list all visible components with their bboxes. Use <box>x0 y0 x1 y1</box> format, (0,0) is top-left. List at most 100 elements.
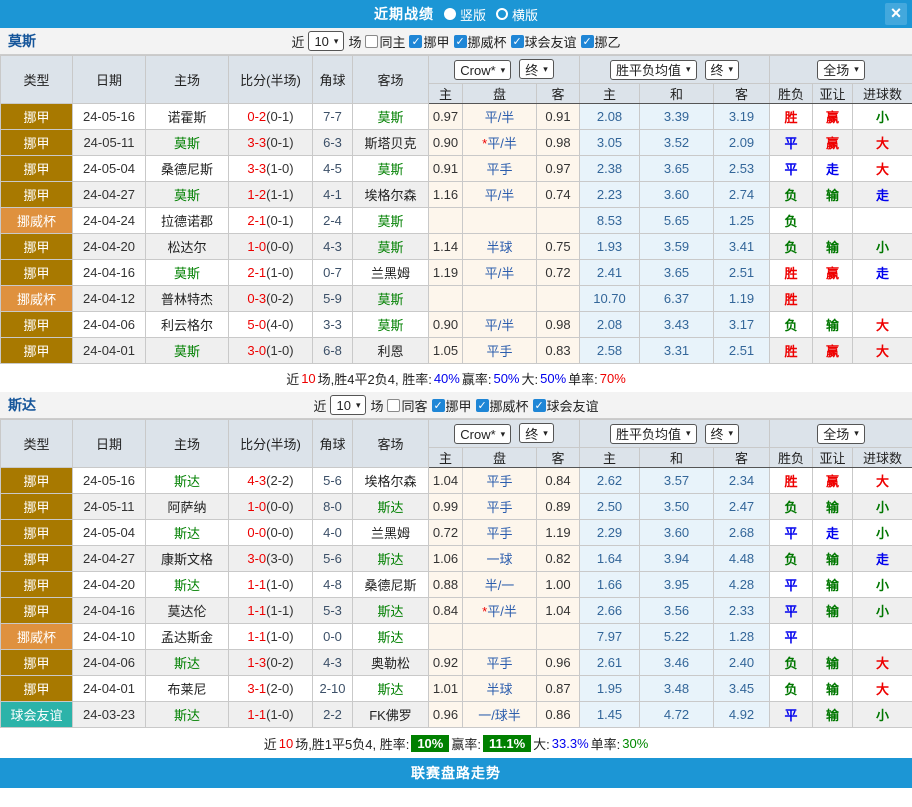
team1-same-home-checkbox[interactable]: 同主 <box>365 32 405 51</box>
corner-cell: 4-8 <box>313 572 353 598</box>
date-cell: 24-04-27 <box>73 546 146 572</box>
match-row: 挪甲24-04-06斯达1-3(0-2)4-3奥勒松0.92平手0.962.61… <box>1 650 912 676</box>
home-team-cell: 孟达斯金 <box>146 624 229 650</box>
avg-home-cell: 2.62 <box>580 468 640 494</box>
avg-odds-select[interactable]: 胜平负均值▾ <box>610 60 697 80</box>
layout-vertical-radio[interactable] <box>444 8 456 20</box>
score-cell: 0-0(0-0) <box>229 520 313 546</box>
avg-draw-cell: 3.59 <box>640 234 714 260</box>
league-trend-bar: 联赛盘路走势 <box>0 758 912 788</box>
team1-league3-checkbox[interactable]: 球会友谊 <box>511 32 577 51</box>
result-wdl-cell: 负 <box>770 494 813 520</box>
sub-avg-home-header: 主 <box>580 448 640 468</box>
league1-label: 挪甲 <box>423 32 449 51</box>
result-handicap-cell: 走 <box>813 156 853 182</box>
scope-select[interactable]: 全场▾ <box>817 424 865 444</box>
checkbox-icon <box>365 35 378 48</box>
same-away-label: 同客 <box>401 396 427 415</box>
date-cell: 24-03-23 <box>73 702 146 728</box>
odds-home-cell <box>429 286 463 312</box>
result-handicap-cell: 输 <box>813 494 853 520</box>
avg-away-cell: 3.17 <box>714 312 770 338</box>
recent-results-popup: 近期战绩 竖版 横版 × 莫斯 近 10▾ 场 同主 挪甲 挪威杯 <box>0 0 912 788</box>
final-odds-select[interactable]: 终▾ <box>519 423 554 443</box>
date-cell: 24-04-06 <box>73 312 146 338</box>
result-goals-cell <box>853 286 912 312</box>
layout-horizontal-radio[interactable] <box>496 8 508 20</box>
team2-league2-checkbox[interactable]: 挪威杯 <box>476 396 529 415</box>
team2-league1-checkbox[interactable]: 挪甲 <box>432 396 472 415</box>
final-odds-select2[interactable]: 终▾ <box>705 424 740 444</box>
avg-odds-select[interactable]: 胜平负均值▾ <box>610 424 697 444</box>
date-header: 日期 <box>73 56 146 104</box>
league3-label: 球会友谊 <box>547 396 599 415</box>
scope-select[interactable]: 全场▾ <box>817 60 865 80</box>
team2-games-count-select[interactable]: 10▾ <box>330 395 366 415</box>
home-header: 主场 <box>146 420 229 468</box>
date-header: 日期 <box>73 420 146 468</box>
avg-away-cell: 2.51 <box>714 260 770 286</box>
final-odds-select[interactable]: 终▾ <box>519 59 554 79</box>
home-team-cell: 松达尔 <box>146 234 229 260</box>
match-row: 挪甲24-05-16诺霍斯0-2(0-1)7-7莫斯0.97平/半0.912.0… <box>1 104 912 130</box>
match-row: 挪威杯24-04-12普林特杰0-3(0-2)5-9莫斯10.706.371.1… <box>1 286 912 312</box>
date-cell: 24-04-12 <box>73 286 146 312</box>
odds-away-cell <box>537 286 580 312</box>
chevron-down-icon: ▾ <box>854 65 859 74</box>
league-badge: 挪甲 <box>1 312 73 338</box>
away-team-cell: 莫斯 <box>353 104 429 130</box>
result-goals-cell: 大 <box>853 676 912 702</box>
avg-draw-cell: 3.48 <box>640 676 714 702</box>
handicap-cell: 一/球半 <box>463 702 537 728</box>
avg-draw-cell: 6.37 <box>640 286 714 312</box>
team1-league1-checkbox[interactable]: 挪甲 <box>409 32 449 51</box>
sub-goals-header: 进球数 <box>853 448 912 468</box>
league-badge: 球会友谊 <box>1 702 73 728</box>
close-icon[interactable]: × <box>885 3 907 25</box>
league-badge: 挪甲 <box>1 104 73 130</box>
match-row: 挪甲24-04-16莫斯2-1(1-0)0-7兰黑姆1.19平/半0.722.4… <box>1 260 912 286</box>
match-row: 挪甲24-05-04桑德尼斯3-3(1-0)4-5莫斯0.91平手0.972.3… <box>1 156 912 182</box>
score-cell: 1-0(0-0) <box>229 234 313 260</box>
score-cell: 1-1(1-0) <box>229 702 313 728</box>
match-row: 挪甲24-04-27莫斯1-2(1-1)4-1埃格尔森1.16平/半0.742.… <box>1 182 912 208</box>
date-cell: 24-05-16 <box>73 468 146 494</box>
league-badge: 挪甲 <box>1 520 73 546</box>
home-team-cell: 普林特杰 <box>146 286 229 312</box>
odds-home-cell: 1.19 <box>429 260 463 286</box>
final-odds-select2[interactable]: 终▾ <box>705 60 740 80</box>
result-wdl-cell: 平 <box>770 598 813 624</box>
result-handicap-cell: 输 <box>813 676 853 702</box>
bookmaker-select[interactable]: Crow*▾ <box>454 424 511 444</box>
result-wdl-cell: 胜 <box>770 286 813 312</box>
team1-games-count-select[interactable]: 10▾ <box>308 31 344 51</box>
team2-league3-checkbox[interactable]: 球会友谊 <box>533 396 599 415</box>
team1-league2-checkbox[interactable]: 挪威杯 <box>454 32 507 51</box>
avg-draw-cell: 3.60 <box>640 520 714 546</box>
corner-cell: 0-0 <box>313 624 353 650</box>
odds-home-cell: 0.99 <box>429 494 463 520</box>
date-cell: 24-04-16 <box>73 260 146 286</box>
corner-cell: 0-7 <box>313 260 353 286</box>
bookmaker-select[interactable]: Crow*▾ <box>454 60 511 80</box>
home-team-cell: 诺霍斯 <box>146 104 229 130</box>
home-team-cell: 斯达 <box>146 650 229 676</box>
sub-home-header: 主 <box>429 84 463 104</box>
result-goals-cell: 小 <box>853 572 912 598</box>
team2-same-away-checkbox[interactable]: 同客 <box>387 396 427 415</box>
corner-cell: 6-3 <box>313 130 353 156</box>
avg-draw-cell: 3.60 <box>640 182 714 208</box>
match-row: 挪甲24-04-27康斯文格3-0(3-0)5-6斯达1.06一球0.821.6… <box>1 546 912 572</box>
chevron-down-icon: ▾ <box>686 429 691 438</box>
score-cell: 1-2(1-1) <box>229 182 313 208</box>
avg-home-cell: 8.53 <box>580 208 640 234</box>
scope-header-cell: 全场▾ <box>770 420 912 448</box>
corner-cell: 4-3 <box>313 650 353 676</box>
league-badge: 挪甲 <box>1 338 73 364</box>
team1-league4-checkbox[interactable]: 挪乙 <box>581 32 621 51</box>
sub-away-header: 客 <box>537 448 580 468</box>
avg-draw-cell: 3.31 <box>640 338 714 364</box>
result-goals-cell: 大 <box>853 130 912 156</box>
result-goals-cell: 大 <box>853 338 912 364</box>
avg-draw-cell: 3.52 <box>640 130 714 156</box>
